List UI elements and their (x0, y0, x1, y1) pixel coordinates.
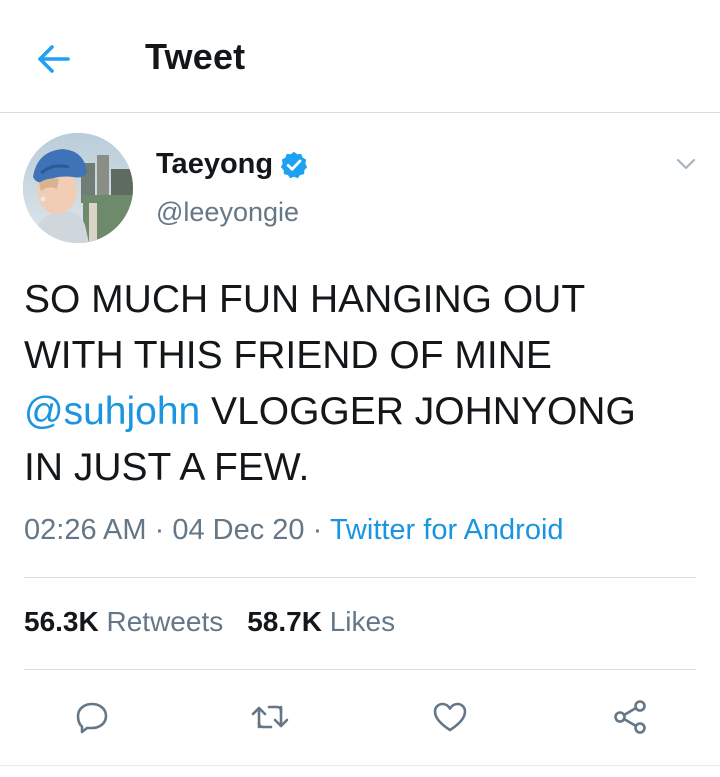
tweet-text: SO MUCH FUN HANGING OUT WITH THIS FRIEND… (24, 272, 694, 496)
more-options-button[interactable] (670, 148, 702, 180)
tweet-meta: 02:26 AM · 04 Dec 20 · Twitter for Andro… (24, 514, 564, 547)
tweet-line: IN JUST A FEW. (24, 446, 310, 489)
reply-button[interactable] (72, 697, 112, 737)
retweet-icon (251, 705, 289, 729)
profile-photo (23, 133, 133, 243)
author-handle[interactable]: @leeyongie (156, 197, 299, 228)
retweets-label: Retweets (106, 606, 224, 637)
share-icon (614, 700, 646, 734)
chevron-down-icon (676, 158, 696, 170)
tweet-text-segment: VLOGGER JOHNYONG (200, 390, 636, 433)
reply-icon (76, 702, 108, 734)
avatar[interactable] (23, 133, 133, 243)
tweet-time: 02:26 AM (24, 514, 147, 546)
tweet-source-link[interactable]: Twitter for Android (330, 514, 564, 546)
meta-separator: · (154, 514, 165, 546)
retweets-count: 56.3K (24, 606, 99, 637)
likes-count: 58.7K (247, 606, 322, 637)
retweets-stat[interactable]: 56.3K Retweets (24, 606, 223, 638)
mention-link[interactable]: @suhjohn (24, 390, 200, 433)
author-display-name[interactable]: Taeyong (156, 148, 273, 181)
like-button[interactable] (430, 697, 470, 737)
top-app-bar: Tweet (0, 0, 720, 113)
arrow-left-icon (38, 45, 70, 73)
divider (24, 669, 696, 670)
meta-separator: · (312, 514, 323, 546)
bottom-divider (0, 765, 720, 766)
page-title: Tweet (145, 36, 246, 77)
tweet-stats: 56.3K Retweets 58.7K Likes (24, 606, 395, 638)
like-icon (433, 702, 467, 732)
likes-label: Likes (329, 606, 396, 637)
verified-badge-icon (280, 151, 308, 179)
tweet-line: WITH THIS FRIEND OF MINE (24, 334, 552, 377)
likes-stat[interactable]: 58.7K Likes (247, 606, 395, 638)
tweet-line: @suhjohn VLOGGER JOHNYONG (24, 384, 694, 440)
divider (24, 577, 696, 578)
retweet-button[interactable] (250, 697, 290, 737)
tweet-date: 04 Dec 20 (172, 514, 305, 546)
back-button[interactable] (30, 36, 76, 82)
tweet-line: SO MUCH FUN HANGING OUT (24, 278, 586, 321)
share-button[interactable] (610, 697, 650, 737)
